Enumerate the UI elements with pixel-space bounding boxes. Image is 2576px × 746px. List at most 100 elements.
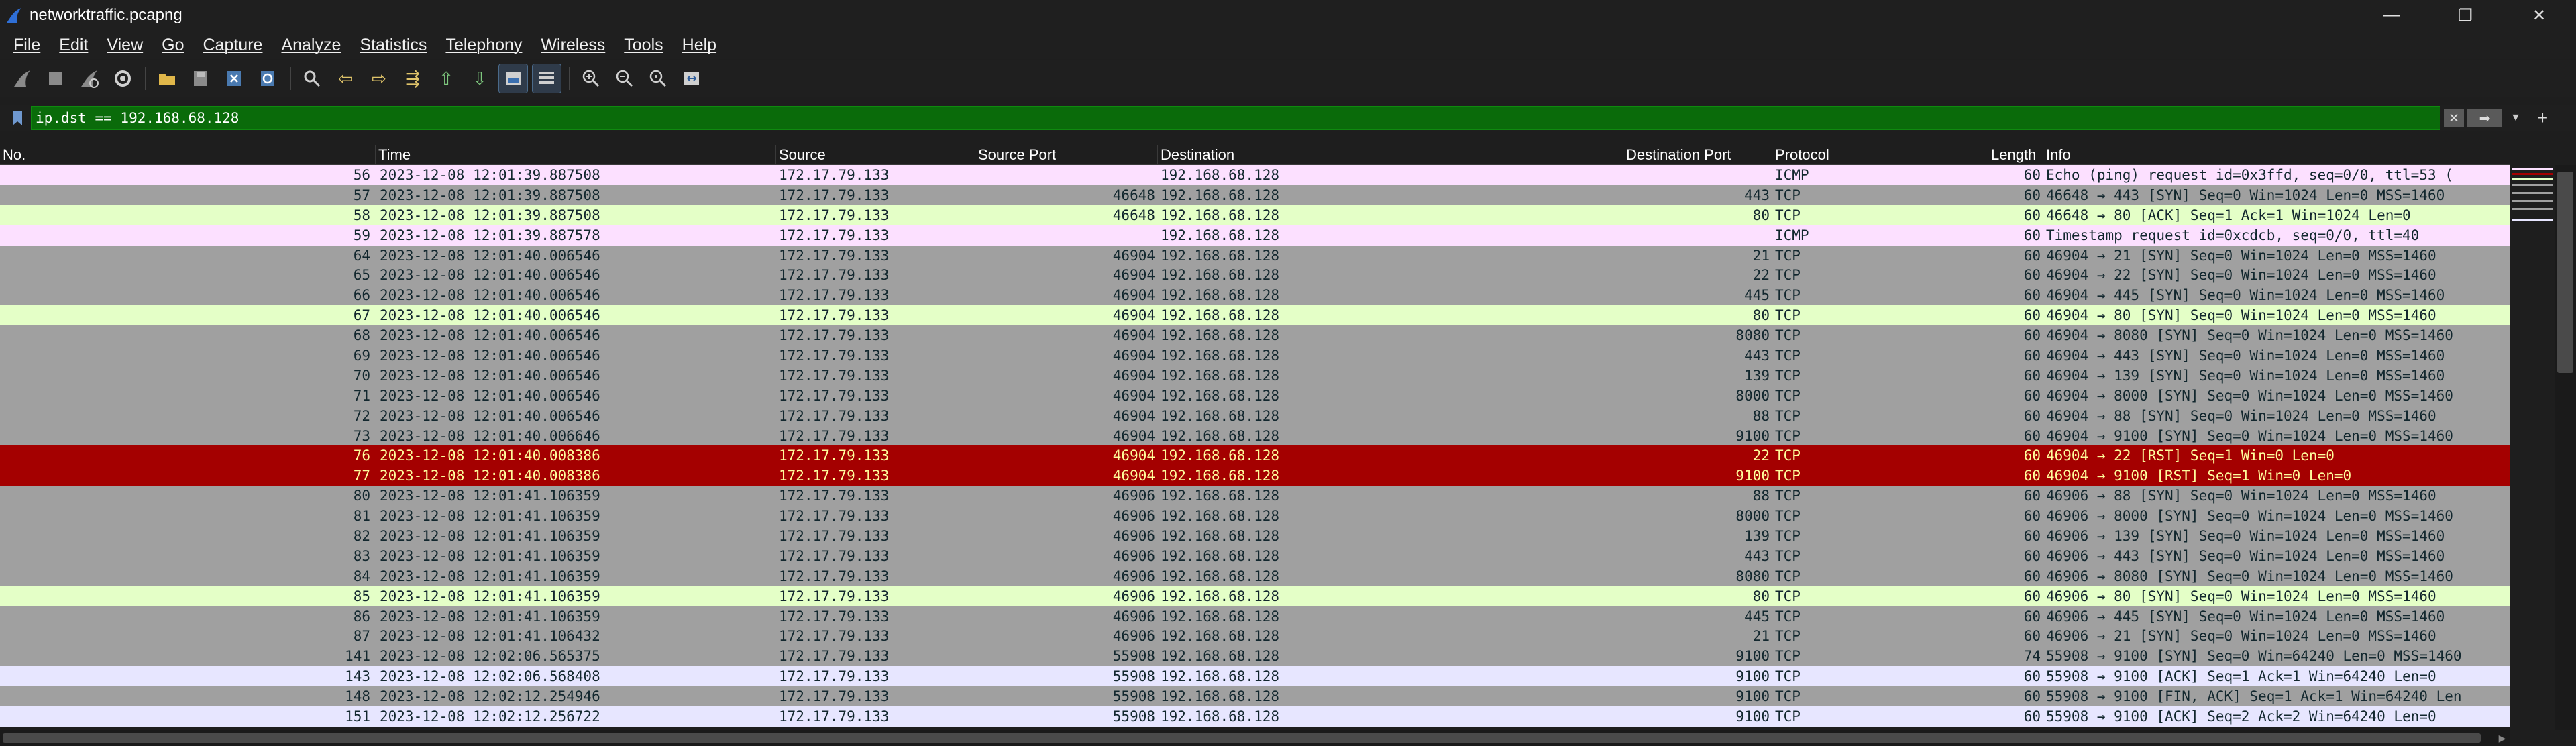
packet-row[interactable]: 71 2023-12-08 12:01:40.006546 172.17.79.13…	[0, 385, 2510, 406]
go-back-arrow-icon[interactable]: ⇦	[331, 64, 360, 93]
minimize-button[interactable]: —	[2355, 0, 2428, 31]
packet-row[interactable]: 84 2023-12-08 12:01:41.106359 172.17.79.13…	[0, 566, 2510, 586]
column-header-source[interactable]: Source	[776, 145, 975, 165]
close-file-icon[interactable]	[220, 64, 248, 93]
cell-info: 46904 → 80 [SYN] Seq=0 Win=1024 Len=0 MS…	[2046, 307, 2436, 324]
column-header-time[interactable]: Time	[376, 145, 776, 165]
packet-row[interactable]: 70 2023-12-08 12:01:40.006546 172.17.79.13…	[0, 365, 2510, 386]
last-packet-arrow-icon[interactable]: ⇩	[466, 64, 494, 93]
restart-capture-icon[interactable]	[75, 64, 103, 93]
zoom-out-icon[interactable]	[610, 64, 639, 93]
menu-wireless[interactable]: Wireless	[531, 36, 614, 55]
cell-length: 60	[2023, 588, 2041, 604]
packet-row[interactable]: 73 2023-12-08 12:01:40.006646 172.17.79.13…	[0, 425, 2510, 446]
menu-telephony[interactable]: Telephony	[436, 36, 531, 55]
menu-capture[interactable]: Capture	[194, 36, 272, 55]
filter-history-chevron-down-icon[interactable]: ▼	[2507, 109, 2524, 127]
menu-go[interactable]: Go	[152, 36, 193, 55]
packet-row[interactable]: 65 2023-12-08 12:01:40.006546 172.17.79.13…	[0, 265, 2510, 286]
cell-no: 81	[353, 508, 370, 525]
packet-row[interactable]: 64 2023-12-08 12:01:40.006546 172.17.79.13…	[0, 245, 2510, 266]
packet-row[interactable]: 76 2023-12-08 12:01:40.008386 172.17.79.13…	[0, 445, 2510, 466]
cell-source: 172.17.79.133	[779, 186, 890, 203]
packet-row[interactable]: 87 2023-12-08 12:01:41.106432 172.17.79.13…	[0, 626, 2510, 647]
stop-capture-icon[interactable]	[42, 64, 70, 93]
autoscroll-icon[interactable]	[498, 64, 528, 93]
cell-no: 80	[353, 488, 370, 504]
reload-file-icon[interactable]	[254, 64, 282, 93]
normal-size-icon[interactable]	[644, 64, 672, 93]
display-filter-input[interactable]: ip.dst == 192.168.68.128	[31, 106, 2440, 130]
column-header-length[interactable]: Length	[1988, 145, 2043, 165]
cell-length: 60	[2023, 287, 2041, 304]
column-header-info[interactable]: Info	[2043, 145, 2510, 165]
packet-row[interactable]: 80 2023-12-08 12:01:41.106359 172.17.79.13…	[0, 486, 2510, 507]
find-packet-search-icon[interactable]	[298, 64, 326, 93]
packet-row[interactable]: 66 2023-12-08 12:01:40.006546 172.17.79.13…	[0, 285, 2510, 306]
packet-row[interactable]: 68 2023-12-08 12:01:40.006546 172.17.79.13…	[0, 325, 2510, 346]
cell-info: 46906 → 443 [SYN] Seq=0 Win=1024 Len=0 M…	[2046, 547, 2445, 564]
resize-columns-icon[interactable]	[678, 64, 706, 93]
go-to-packet-icon[interactable]: ⇶	[398, 64, 427, 93]
packet-row[interactable]: 81 2023-12-08 12:01:41.106359 172.17.79.13…	[0, 506, 2510, 527]
first-packet-arrow-icon[interactable]: ⇧	[432, 64, 460, 93]
packet-row[interactable]: 58 2023-12-08 12:01:39.887508 172.17.79.13…	[0, 205, 2510, 225]
menu-statistics[interactable]: Statistics	[350, 36, 436, 55]
filter-bookmark-icon[interactable]	[5, 106, 30, 130]
menu-analyze[interactable]: Analyze	[272, 36, 350, 55]
cell-time: 2023-12-08 12:02:06.565375	[380, 648, 600, 665]
menu-help[interactable]: Help	[673, 36, 726, 55]
capture-options-gear-icon[interactable]	[109, 64, 137, 93]
column-header-no[interactable]: No.	[0, 145, 376, 165]
vertical-scroll-thumb[interactable]	[2557, 172, 2573, 373]
packet-minimap[interactable]	[2512, 165, 2553, 730]
open-file-folder-icon[interactable]	[153, 64, 181, 93]
add-filter-button[interactable]: +	[2530, 106, 2555, 130]
packet-row[interactable]: 151 2023-12-08 12:02:12.256722 172.17.79.1…	[0, 706, 2510, 727]
cell-protocol: TCP	[1775, 267, 1801, 284]
column-header-destination-port[interactable]: Destination Port	[1623, 145, 1772, 165]
packet-row[interactable]: 57 2023-12-08 12:01:39.887508 172.17.79.13…	[0, 184, 2510, 205]
column-header-source-port[interactable]: Source Port	[975, 145, 1158, 165]
scroll-right-arrow-icon[interactable]: ▶	[2494, 730, 2510, 746]
title-bar: networktraffic.pcapng — ❐ ✕	[0, 0, 2576, 31]
zoom-in-icon[interactable]	[577, 64, 605, 93]
save-file-icon[interactable]	[186, 64, 215, 93]
packet-row[interactable]: 69 2023-12-08 12:01:40.006546 172.17.79.13…	[0, 345, 2510, 366]
display-filter-bar: ip.dst == 192.168.68.128 ✕ ➡ ▼ +	[0, 105, 2576, 131]
packet-row[interactable]: 141 2023-12-08 12:02:06.565375 172.17.79.1…	[0, 646, 2510, 667]
cell-no: 66	[353, 287, 370, 304]
cell-no: 77	[353, 468, 370, 484]
packet-list-vertical-scrollbar[interactable]	[2512, 145, 2576, 730]
packet-row[interactable]: 82 2023-12-08 12:01:41.106359 172.17.79.13…	[0, 526, 2510, 546]
clear-filter-button[interactable]: ✕	[2444, 109, 2464, 127]
packet-list-horizontal-scrollbar[interactable]: ◀ ▶	[0, 730, 2510, 746]
cell-destination: 192.168.68.128	[1161, 387, 1280, 404]
packet-row[interactable]: 143 2023-12-08 12:02:06.568408 172.17.79.1…	[0, 666, 2510, 687]
menu-edit[interactable]: Edit	[50, 36, 97, 55]
packet-row[interactable]: 72 2023-12-08 12:01:40.006546 172.17.79.13…	[0, 405, 2510, 426]
packet-row[interactable]: 56 2023-12-08 12:01:39.887508 172.17.79.13…	[0, 165, 2510, 185]
column-header-protocol[interactable]: Protocol	[1772, 145, 1988, 165]
packet-row[interactable]: 85 2023-12-08 12:01:41.106359 172.17.79.13…	[0, 586, 2510, 606]
column-header-destination[interactable]: Destination	[1158, 145, 1623, 165]
packet-row[interactable]: 148 2023-12-08 12:02:12.254946 172.17.79.1…	[0, 686, 2510, 707]
go-forward-arrow-icon[interactable]: ⇨	[365, 64, 393, 93]
cell-time: 2023-12-08 12:01:39.887578	[380, 227, 600, 244]
menu-view[interactable]: View	[97, 36, 152, 55]
menu-tools[interactable]: Tools	[614, 36, 672, 55]
packet-row[interactable]: 67 2023-12-08 12:01:40.006546 172.17.79.13…	[0, 305, 2510, 326]
packet-row[interactable]: 86 2023-12-08 12:01:41.106359 172.17.79.13…	[0, 606, 2510, 627]
colorize-packet-list-icon[interactable]	[532, 64, 561, 93]
menu-file[interactable]: File	[4, 36, 50, 55]
start-capture-icon[interactable]	[8, 64, 36, 93]
close-button[interactable]: ✕	[2502, 0, 2576, 31]
packet-row[interactable]: 83 2023-12-08 12:01:41.106359 172.17.79.13…	[0, 545, 2510, 566]
cell-destination-port: 443	[1744, 348, 1770, 364]
restore-button[interactable]: ❐	[2428, 0, 2502, 31]
packet-row[interactable]: 77 2023-12-08 12:01:40.008386 172.17.79.13…	[0, 466, 2510, 486]
apply-filter-button[interactable]: ➡	[2467, 109, 2502, 127]
packet-row[interactable]: 59 2023-12-08 12:01:39.887578 172.17.79.13…	[0, 225, 2510, 246]
packet-list[interactable]: No. Time Source Source Port Destination …	[0, 145, 2510, 730]
horizontal-scroll-thumb[interactable]	[3, 733, 2481, 743]
